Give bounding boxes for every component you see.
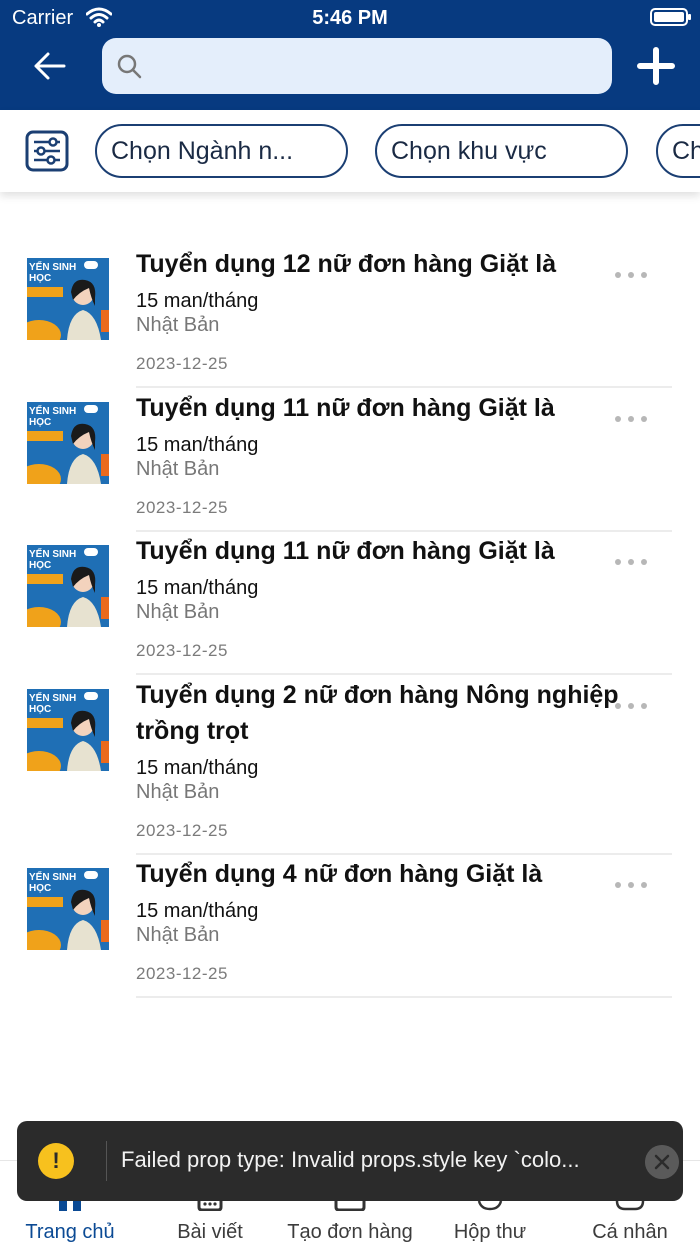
more-filter-chip[interactable]: Ch — [656, 124, 700, 178]
job-thumbnail: YẾN SINH HỌC — [27, 545, 109, 627]
divider — [136, 853, 672, 855]
more-options-icon[interactable] — [612, 699, 650, 713]
job-location: Nhật Bản — [136, 601, 220, 623]
divider — [136, 673, 672, 675]
job-title: Tuyển dụng 4 nữ đơn hàng Giặt là — [136, 860, 543, 888]
search-icon — [117, 54, 142, 79]
job-title: Tuyển dụng 11 nữ đơn hàng Giặt là — [136, 394, 555, 422]
divider — [106, 1141, 107, 1181]
divider — [136, 530, 672, 532]
tab-label: Hộp thư — [453, 1221, 527, 1243]
job-title: Tuyển dụng 12 nữ đơn hàng Giặt là — [136, 250, 557, 278]
job-title: Tuyển dụng 11 nữ đơn hàng Giặt là — [136, 537, 555, 565]
job-date: 2023-12-25 — [136, 354, 228, 373]
tab-label: Trang chủ — [25, 1221, 115, 1243]
job-thumbnail: YẾN SINH HỌC — [27, 258, 109, 340]
job-location: Nhật Bản — [136, 924, 220, 946]
job-salary: 15 man/tháng — [136, 290, 259, 312]
region-filter-chip[interactable]: Chọn khu vực — [375, 124, 628, 178]
search-bar[interactable] — [102, 38, 612, 94]
filter-bar: Chọn Ngành n... Chọn khu vực Ch — [0, 110, 700, 192]
app-header: Carrier 5:46 PM — [0, 0, 700, 110]
tab-label: Bài viết — [177, 1221, 243, 1243]
sliders-icon[interactable] — [24, 130, 70, 172]
add-plus-icon[interactable] — [634, 44, 678, 88]
job-date: 2023-12-25 — [136, 498, 228, 517]
job-date: 2023-12-25 — [136, 821, 228, 840]
divider — [136, 996, 672, 998]
job-thumbnail: YẾN SINH HỌC — [27, 868, 109, 950]
warning-message: Failed prop type: Invalid props.style ke… — [121, 1147, 580, 1172]
job-location: Nhật Bản — [136, 458, 220, 480]
exclamation-icon: ! — [38, 1143, 74, 1179]
tab-label: Cá nhân — [592, 1221, 668, 1243]
divider — [136, 386, 672, 388]
more-options-icon[interactable] — [612, 555, 650, 569]
more-options-icon[interactable] — [612, 878, 650, 892]
job-date: 2023-12-25 — [136, 641, 228, 660]
job-location: Nhật Bản — [136, 781, 220, 803]
more-options-icon[interactable] — [612, 412, 650, 426]
search-input[interactable] — [152, 38, 592, 94]
industry-filter-chip[interactable]: Chọn Ngành n... — [95, 124, 348, 178]
close-icon[interactable] — [645, 1145, 679, 1179]
job-thumbnail: YẾN SINH HỌC — [27, 402, 109, 484]
tab-label: Tạo đơn hàng — [287, 1221, 413, 1243]
job-salary: 15 man/tháng — [136, 757, 259, 779]
job-salary: 15 man/tháng — [136, 577, 259, 599]
status-bar: Carrier 5:46 PM — [0, 0, 700, 36]
job-salary: 15 man/tháng — [136, 434, 259, 456]
job-location: Nhật Bản — [136, 314, 220, 336]
clock: 5:46 PM — [312, 7, 388, 29]
battery-icon — [650, 8, 691, 26]
back-arrow-icon[interactable] — [28, 46, 72, 86]
job-salary: 15 man/tháng — [136, 900, 259, 922]
job-date: 2023-12-25 — [136, 964, 228, 983]
warning-toast[interactable]: ! Failed prop type: Invalid props.style … — [17, 1121, 683, 1201]
more-options-icon[interactable] — [612, 268, 650, 282]
job-title: Tuyển dụng 2 nữ đơn hàng Nông nghiệp trồ… — [136, 681, 619, 745]
job-thumbnail: YẾN SINH HỌC — [27, 689, 109, 771]
